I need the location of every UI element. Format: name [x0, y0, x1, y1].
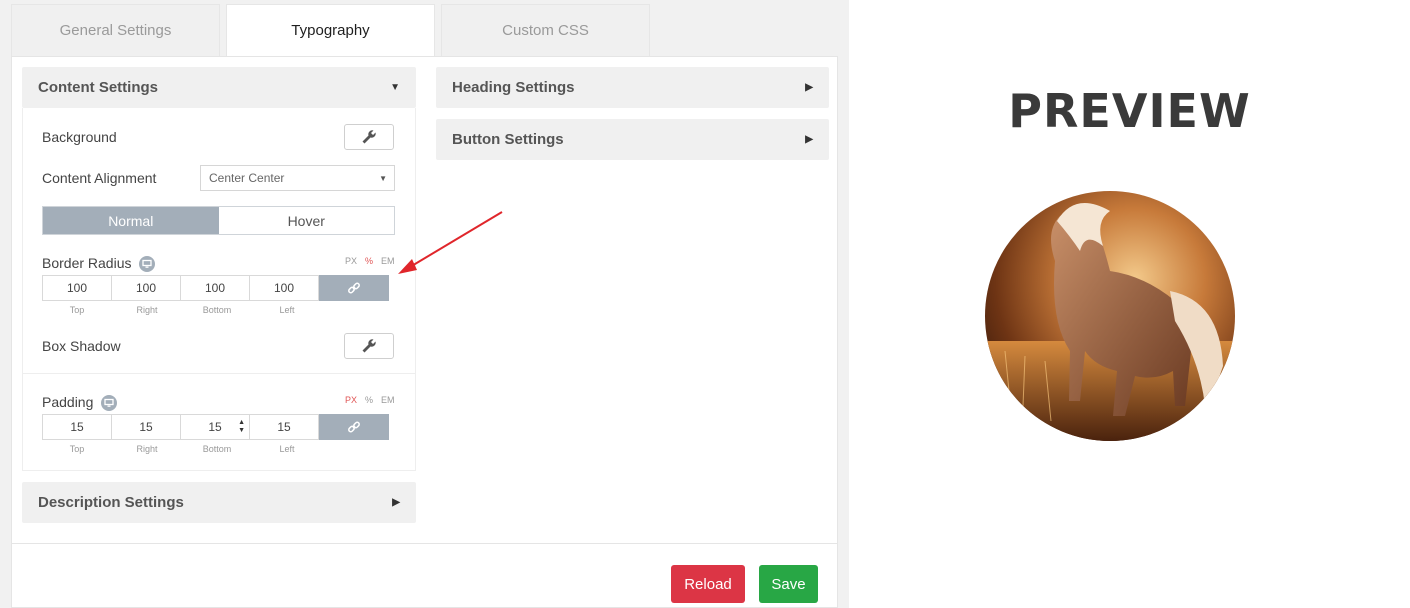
unit-percent[interactable]: % [365, 395, 373, 405]
link-icon [347, 282, 360, 294]
description-settings-header[interactable]: Description Settings ▶ [22, 482, 416, 523]
wrench-icon [362, 339, 376, 353]
button-settings-header[interactable]: Button Settings ▶ [436, 119, 829, 160]
monitor-icon[interactable] [139, 256, 156, 273]
unit-percent[interactable]: % [365, 256, 373, 266]
wrench-icon [362, 130, 376, 144]
padding-units: PX % EM [345, 395, 395, 405]
padding-top-input[interactable]: 15 [42, 414, 112, 440]
caret-down-icon: ▼ [390, 82, 400, 93]
tab-bar: General Settings Typography Custom CSS [11, 4, 650, 56]
unit-px[interactable]: PX [345, 256, 357, 266]
footer-divider [11, 543, 838, 544]
sublabel-right: Right [136, 444, 158, 454]
sublabel-bottom: Bottom [202, 305, 232, 315]
unit-px[interactable]: PX [345, 395, 357, 405]
description-settings-title: Description Settings [38, 494, 184, 511]
preview-title: PREVIEW [1008, 84, 1251, 138]
background-label: Background [42, 129, 117, 145]
sublabel-top: Top [69, 444, 85, 454]
spinner-icon[interactable]: ▲ ▼ [238, 419, 245, 435]
sublabel-top: Top [69, 305, 85, 315]
border-radius-left-input[interactable]: 100 [249, 275, 319, 301]
content-settings-title: Content Settings [38, 79, 158, 96]
tab-label: General Settings [59, 22, 172, 39]
border-radius-bottom-input[interactable]: 100 [180, 275, 250, 301]
border-radius-units: PX % EM [345, 256, 395, 266]
padding-sublabels: Top Right Bottom Left [42, 444, 322, 454]
heading-settings-title: Heading Settings [452, 79, 575, 96]
caret-right-icon: ▶ [392, 497, 400, 508]
reload-button[interactable]: Reload [671, 565, 745, 603]
section-divider [22, 373, 416, 374]
tab-custom-css[interactable]: Custom CSS [441, 4, 650, 56]
content-alignment-label: Content Alignment [42, 170, 157, 186]
tab-label: Typography [291, 22, 370, 39]
state-toggle: Normal Hover [42, 206, 395, 235]
border-radius-right-input[interactable]: 100 [111, 275, 181, 301]
content-settings-header[interactable]: Content Settings ▼ [22, 67, 416, 108]
border-radius-link-button[interactable] [318, 275, 389, 301]
content-alignment-value: Center Center [209, 171, 285, 185]
border-radius-text: Border Radius [42, 255, 132, 271]
sublabel-left: Left [279, 305, 295, 315]
caret-right-icon: ▶ [805, 134, 813, 145]
tab-normal[interactable]: Normal [43, 207, 219, 234]
box-shadow-label: Box Shadow [42, 338, 121, 354]
padding-link-button[interactable] [318, 414, 389, 440]
sublabel-left: Left [279, 444, 295, 454]
border-radius-label: Border Radius [42, 255, 156, 273]
box-shadow-edit-button[interactable] [344, 333, 394, 359]
padding-bottom-value: 15 [208, 420, 222, 434]
border-radius-sublabels: Top Right Bottom Left [42, 305, 322, 315]
preview-horse-image [985, 191, 1235, 441]
border-radius-inputs: 100 100 100 100 [42, 275, 389, 301]
editor-panel: General Settings Typography Custom CSS C… [0, 0, 849, 608]
tab-label: Custom CSS [502, 22, 589, 39]
button-settings-title: Button Settings [452, 131, 564, 148]
border-radius-top-input[interactable]: 100 [42, 275, 112, 301]
background-edit-button[interactable] [344, 124, 394, 150]
annotation-arrow [398, 211, 503, 274]
settings-panel: Content Settings ▼ Background Content Al… [11, 56, 838, 608]
padding-label: Padding [42, 394, 118, 412]
heading-settings-header[interactable]: Heading Settings ▶ [436, 67, 829, 108]
sublabel-right: Right [136, 305, 158, 315]
padding-text: Padding [42, 394, 94, 410]
monitor-icon[interactable] [101, 395, 118, 412]
sublabel-bottom: Bottom [202, 444, 232, 454]
save-button[interactable]: Save [759, 565, 818, 603]
chevron-down-icon: ▼ [379, 174, 387, 183]
tab-hover[interactable]: Hover [218, 207, 394, 234]
padding-inputs: 15 15 15 ▲ ▼ 15 [42, 414, 389, 440]
link-icon [347, 421, 360, 433]
unit-em[interactable]: EM [381, 395, 395, 405]
caret-right-icon: ▶ [805, 82, 813, 93]
tab-typography[interactable]: Typography [226, 4, 435, 56]
padding-right-input[interactable]: 15 [111, 414, 181, 440]
tab-general-settings[interactable]: General Settings [11, 4, 220, 56]
padding-bottom-input[interactable]: 15 ▲ ▼ [180, 414, 250, 440]
padding-left-input[interactable]: 15 [249, 414, 319, 440]
content-alignment-select[interactable]: Center Center ▼ [200, 165, 395, 191]
horse-photo [985, 191, 1235, 441]
